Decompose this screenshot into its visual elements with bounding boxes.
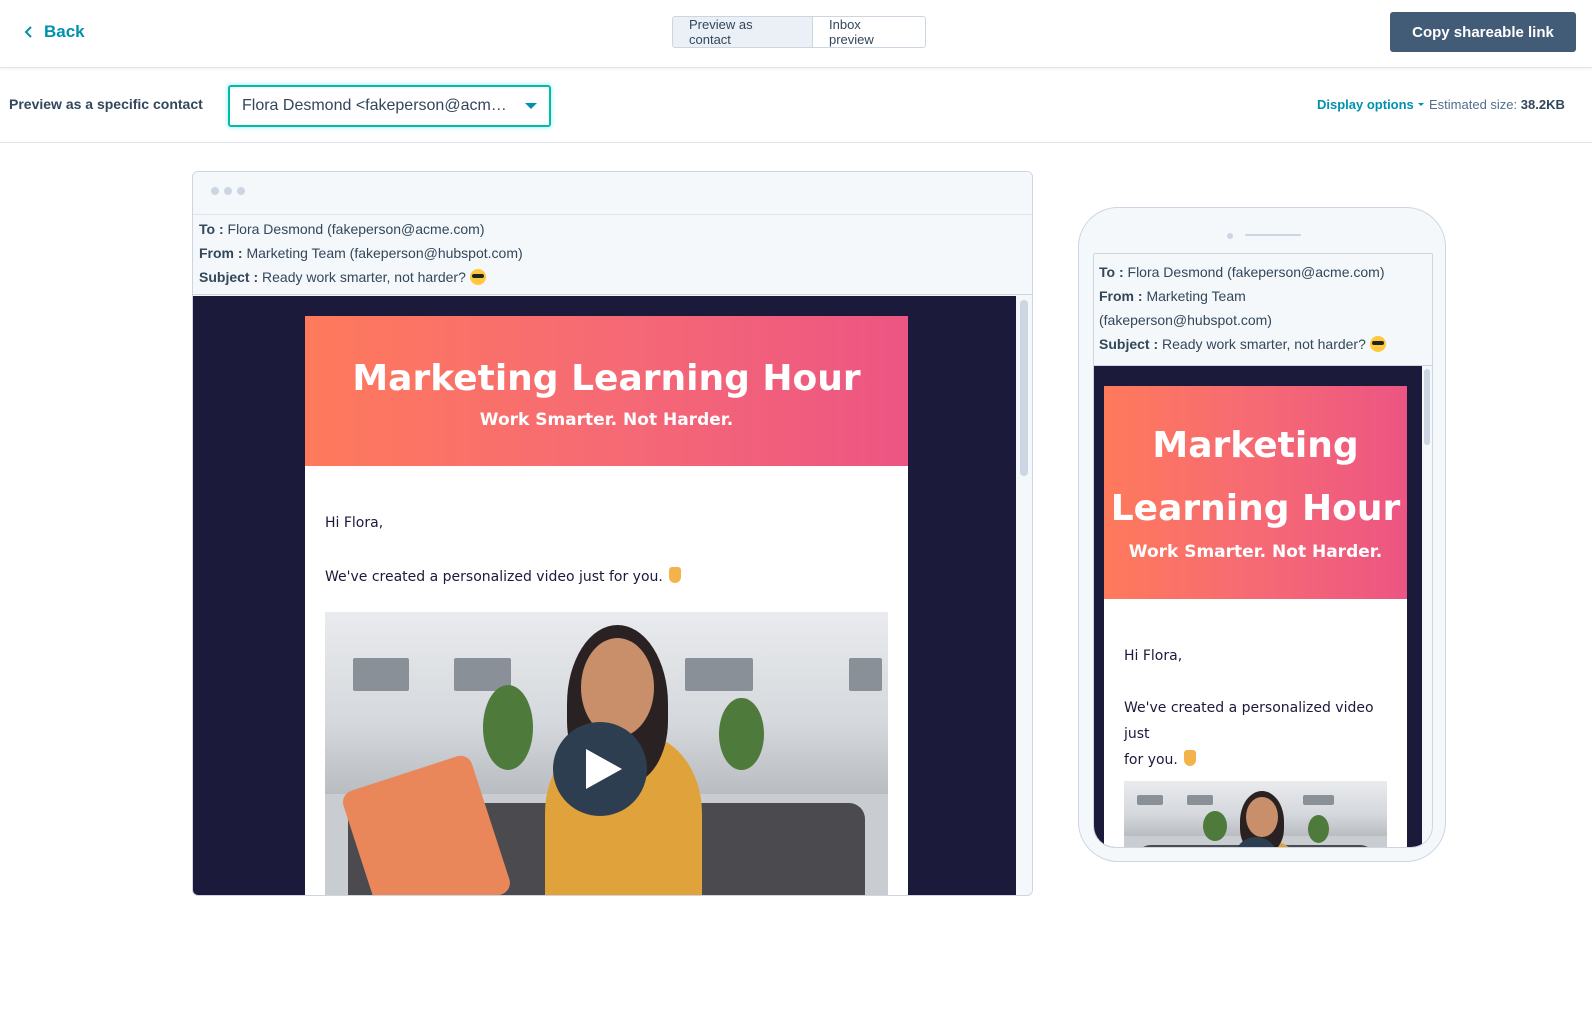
plant bbox=[1202, 811, 1227, 841]
caret-down-icon bbox=[525, 103, 537, 109]
window-dot bbox=[237, 187, 245, 195]
copy-shareable-link-button[interactable]: Copy shareable link bbox=[1390, 12, 1576, 52]
phone-screen: To : Flora Desmond (fakeperson@acme.com)… bbox=[1093, 253, 1433, 848]
from-value: Marketing Team (fakeperson@hubspot.com) bbox=[246, 245, 523, 261]
chevron-left-icon bbox=[24, 26, 32, 38]
from-row: From : Marketing Team (fakeperson@hubspo… bbox=[199, 241, 1026, 265]
desktop-scrollbar-thumb[interactable] bbox=[1020, 300, 1028, 476]
greeting-text: Hi Flora, bbox=[1124, 648, 1183, 664]
subject-label: Subject : bbox=[199, 269, 259, 285]
from-label: From : bbox=[199, 245, 243, 261]
subject-value: Ready work smarter, not harder? bbox=[1162, 336, 1366, 352]
subject-row: Subject : Ready work smarter, not harder… bbox=[1099, 332, 1427, 356]
hero-subtitle: Work Smarter. Not Harder. bbox=[479, 410, 734, 430]
to-label: To : bbox=[199, 221, 224, 237]
hero-title: Marketing Learning Hour bbox=[352, 358, 861, 399]
phone-speaker bbox=[1245, 234, 1301, 236]
video-window bbox=[1187, 795, 1214, 805]
to-row: To : Flora Desmond (fakeperson@acme.com) bbox=[1099, 260, 1427, 284]
video-window bbox=[353, 658, 410, 692]
video-window bbox=[1302, 795, 1335, 805]
from-value: Marketing Team bbox=[1146, 288, 1246, 304]
mobile-video-thumbnail[interactable] bbox=[1124, 781, 1387, 847]
tab-inbox-preview[interactable]: Inbox preview bbox=[813, 17, 925, 47]
mobile-email-render-area[interactable]: Marketing Learning Hour Work Smarter. No… bbox=[1094, 366, 1422, 847]
mobile-email-card: Marketing Learning Hour Work Smarter. No… bbox=[1104, 386, 1407, 847]
plant bbox=[482, 684, 534, 771]
contact-select[interactable]: Flora Desmond <fakeperson@acme.com> bbox=[228, 85, 551, 127]
play-button[interactable] bbox=[553, 722, 647, 816]
window-dots bbox=[211, 187, 245, 195]
email-body: Hi Flora, We've created a personalized v… bbox=[305, 466, 908, 895]
sunglasses-face-emoji-icon bbox=[1369, 336, 1386, 352]
plant bbox=[719, 697, 765, 771]
mobile-email-body: Hi Flora, We've created a personalized v… bbox=[1104, 599, 1407, 847]
subject-label: Subject : bbox=[1099, 336, 1159, 352]
sunglasses-face-emoji-icon bbox=[469, 269, 486, 285]
email-hero: Marketing Learning Hour Work Smarter. No… bbox=[305, 316, 908, 466]
video-window bbox=[685, 658, 753, 692]
subject-row: Subject : Ready work smarter, not harder… bbox=[199, 265, 1026, 289]
contact-select-value: Flora Desmond <fakeperson@acme.com> bbox=[242, 97, 513, 114]
body-line-text-continued: for you. bbox=[1124, 752, 1178, 768]
mobile-scrollbar[interactable] bbox=[1422, 366, 1432, 847]
body-line: We've created a personalized video just … bbox=[325, 564, 888, 590]
email-header-info: To : Flora Desmond (fakeperson@acme.com)… bbox=[193, 215, 1032, 295]
back-label: Back bbox=[44, 22, 85, 41]
email-render-area[interactable]: Marketing Learning Hour Work Smarter. No… bbox=[193, 296, 1016, 895]
to-value: Flora Desmond (fakeperson@acme.com) bbox=[227, 221, 485, 237]
browser-chrome bbox=[193, 172, 1032, 215]
mobile-scrollbar-thumb[interactable] bbox=[1424, 369, 1430, 445]
preview-mode-toggle: Preview as contact Inbox preview bbox=[672, 16, 926, 48]
video-person-head bbox=[1246, 797, 1278, 837]
display-options-label: Display options bbox=[1317, 97, 1414, 112]
tab-preview-as-contact[interactable]: Preview as contact bbox=[673, 17, 813, 47]
subject-value: Ready work smarter, not harder? bbox=[262, 269, 466, 285]
desktop-preview: To : Flora Desmond (fakeperson@acme.com)… bbox=[192, 171, 1033, 896]
preview-contact-label: Preview as a specific contact bbox=[9, 96, 203, 112]
caret-down-icon bbox=[1417, 103, 1424, 106]
display-options-dropdown[interactable]: Display options bbox=[1317, 97, 1424, 112]
phone-camera bbox=[1227, 233, 1233, 239]
top-bar: Back Preview as contact Inbox preview Co… bbox=[0, 0, 1592, 68]
back-button[interactable]: Back bbox=[24, 20, 85, 44]
estimated-size-label: Estimated size: bbox=[1429, 97, 1518, 112]
estimated-size: Estimated size: 38.2KB bbox=[1429, 97, 1565, 112]
pointing-down-hand-icon bbox=[668, 567, 681, 583]
pointing-down-hand-icon bbox=[1183, 750, 1196, 766]
to-label: To : bbox=[1099, 264, 1124, 280]
video-window bbox=[1137, 795, 1164, 805]
email-card: Marketing Learning Hour Work Smarter. No… bbox=[305, 316, 908, 895]
from-label: From : bbox=[1099, 288, 1143, 304]
plant bbox=[1308, 815, 1330, 843]
estimated-size-value: 38.2KB bbox=[1520, 97, 1565, 112]
window-dot bbox=[211, 187, 219, 195]
greeting-text: Hi Flora, bbox=[325, 515, 384, 531]
to-row: To : Flora Desmond (fakeperson@acme.com) bbox=[199, 217, 1026, 241]
body-line: We've created a personalized video just f… bbox=[1124, 695, 1387, 773]
video-window bbox=[848, 658, 883, 692]
desktop-scrollbar[interactable] bbox=[1016, 296, 1032, 895]
preview-options-bar: Preview as a specific contact Flora Desm… bbox=[0, 69, 1592, 143]
window-dot bbox=[224, 187, 232, 195]
play-icon bbox=[586, 749, 622, 789]
mobile-preview: To : Flora Desmond (fakeperson@acme.com)… bbox=[1078, 207, 1446, 862]
body-line-text: We've created a personalized video just … bbox=[325, 569, 663, 585]
from-row-continued: (fakeperson@hubspot.com) bbox=[1099, 312, 1272, 328]
mobile-hero-title-line1: Marketing bbox=[1152, 425, 1359, 466]
video-thumbnail[interactable] bbox=[325, 612, 888, 895]
mobile-hero-subtitle: Work Smarter. Not Harder. bbox=[1128, 542, 1383, 562]
mobile-email-header-info: To : Flora Desmond (fakeperson@acme.com)… bbox=[1094, 254, 1432, 366]
body-line-text: We've created a personalized video just bbox=[1124, 700, 1374, 742]
from-row: From : Marketing Team bbox=[1099, 284, 1427, 308]
to-value: Flora Desmond (fakeperson@acme.com) bbox=[1127, 264, 1385, 280]
mobile-email-hero: Marketing Learning Hour Work Smarter. No… bbox=[1104, 386, 1407, 599]
mobile-hero-title-line2: Learning Hour bbox=[1110, 488, 1401, 529]
